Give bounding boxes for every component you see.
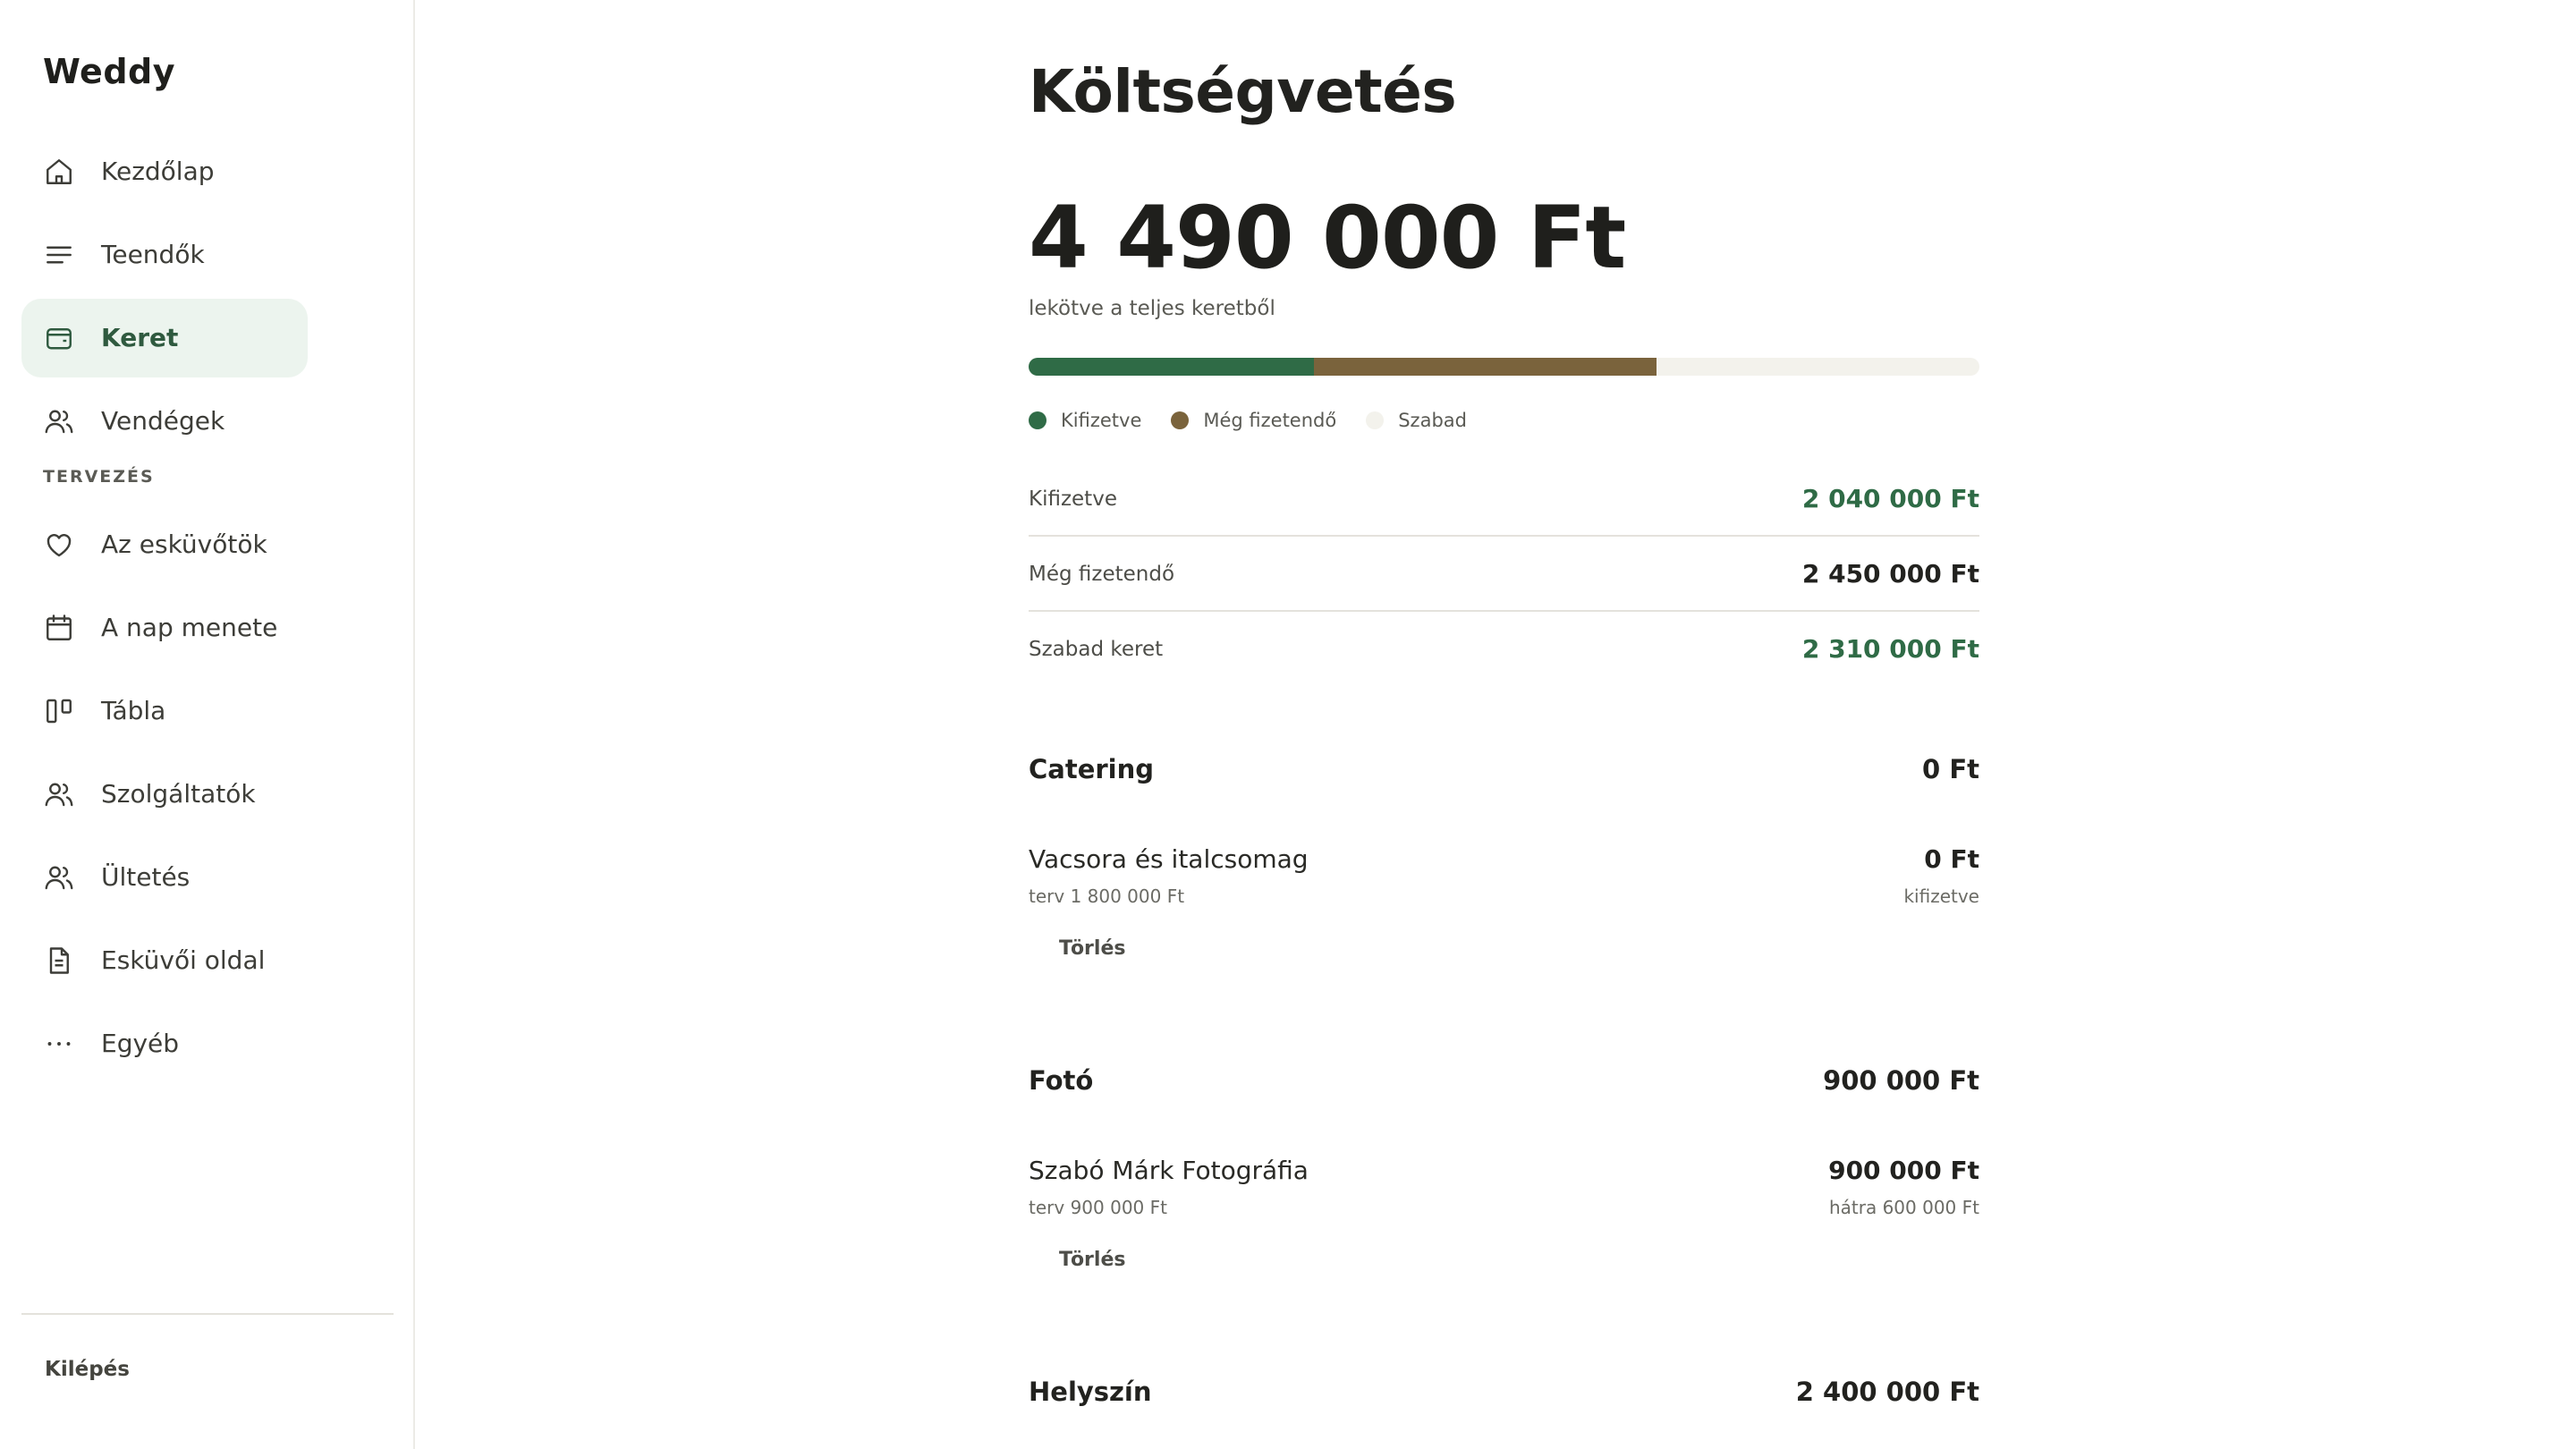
sidebar-item-other[interactable]: Egyéb — [21, 1004, 308, 1083]
more-icon — [43, 1028, 75, 1060]
summary-value: 2 040 000 Ft — [1801, 484, 1979, 513]
users-icon — [43, 405, 75, 437]
summary-label: Kifizetve — [1029, 487, 1117, 511]
progress-due-segment — [1313, 358, 1657, 376]
legend-label: Kifizetve — [1061, 410, 1142, 431]
section-label-planning: TERVEZÉS — [43, 467, 155, 487]
budget-progress-bar — [1029, 358, 1979, 376]
legend-label: Szabad — [1398, 410, 1467, 431]
sidebar-item-label: Teendők — [101, 240, 205, 269]
category-name: Catering — [1029, 754, 1155, 784]
category-header-catering: Catering 0 Ft — [1029, 742, 1979, 796]
sidebar-item-label: Esküvői oldal — [101, 945, 266, 975]
item-name: Vacsora és italcsomag — [1029, 844, 1309, 874]
item-plan: terv 1 800 000 Ft — [1029, 886, 1185, 907]
item-amount: 0 Ft — [1924, 844, 1979, 874]
sidebar-item-label: A nap menete — [101, 613, 278, 642]
sidebar-item-budget[interactable]: Keret — [21, 299, 308, 377]
summary-row-paid: Kifizetve 2 040 000 Ft — [1029, 462, 1979, 537]
summary-label: Még fizetendő — [1029, 563, 1175, 586]
category-amount: 900 000 Ft — [1823, 1065, 1979, 1096]
sidebar-item-vendors[interactable]: Szolgáltatók — [21, 755, 308, 834]
logout-button[interactable]: Kilépés — [45, 1358, 130, 1381]
list-icon — [43, 239, 75, 271]
legend-dot-paid — [1029, 411, 1046, 429]
sidebar-item-label: Egyéb — [101, 1029, 180, 1058]
home-icon — [43, 156, 75, 188]
app-logo[interactable]: Weddy — [43, 52, 175, 91]
committed-subtitle: lekötve a teljes keretből — [1029, 297, 1275, 320]
sidebar-item-schedule[interactable]: A nap menete — [21, 589, 308, 667]
legend-dot-free — [1366, 411, 1385, 429]
sidebar-item-tasks[interactable]: Teendők — [21, 216, 308, 294]
item-plan: terv 900 000 Ft — [1029, 1197, 1167, 1218]
heart-icon — [43, 529, 75, 561]
legend-item-free: Szabad — [1366, 410, 1467, 431]
sidebar-item-label: Az esküvőtök — [101, 530, 267, 559]
wallet-icon — [43, 322, 75, 354]
summary-row-free: Szabad keret 2 310 000 Ft — [1029, 612, 1979, 687]
summary-row-due: Még fizetendő 2 450 000 Ft — [1029, 537, 1979, 612]
summary-value: 2 310 000 Ft — [1801, 634, 1979, 664]
sidebar-item-label: Szolgáltatók — [101, 779, 256, 809]
progress-paid-segment — [1029, 358, 1314, 376]
users-icon — [43, 778, 75, 810]
budget-item: Vacsora és italcsomag terv 1 800 000 Ft … — [1029, 844, 1979, 979]
legend-item-paid: Kifizetve — [1029, 410, 1141, 431]
item-name: Szabó Márk Fotográfia — [1029, 1156, 1309, 1185]
summary-value: 2 450 000 Ft — [1801, 559, 1979, 589]
delete-button[interactable]: Törlés — [1059, 937, 1125, 960]
sidebar-item-board[interactable]: Tábla — [21, 672, 308, 750]
calendar-icon — [43, 612, 75, 644]
summary-label: Szabad keret — [1029, 638, 1164, 661]
sidebar-item-home[interactable]: Kezdőlap — [21, 132, 308, 211]
category-header-photo: Fotó 900 000 Ft — [1029, 1054, 1979, 1107]
legend-dot-due — [1171, 411, 1190, 429]
category-header-venue: Helyszín 2 400 000 Ft — [1029, 1365, 1979, 1419]
sidebar-item-label: Keret — [101, 323, 179, 352]
category-name: Helyszín — [1029, 1377, 1152, 1407]
users-icon — [43, 861, 75, 894]
legend-label: Még fizetendő — [1203, 410, 1337, 431]
item-status: kifizetve — [1903, 886, 1979, 907]
sidebar: Weddy Kezdőlap Teendők Keret Vendégek TE… — [0, 0, 415, 1449]
sidebar-item-wedding-site[interactable]: Esküvői oldal — [21, 921, 308, 1000]
sidebar-divider — [21, 1313, 394, 1315]
budget-item: Szabó Márk Fotográfia terv 900 000 Ft 90… — [1029, 1156, 1979, 1290]
page-title: Költségvetés — [1029, 57, 1457, 126]
sidebar-item-label: Ültetés — [101, 862, 191, 892]
sidebar-item-label: Kezdőlap — [101, 157, 215, 186]
board-icon — [43, 695, 75, 727]
sidebar-item-guests[interactable]: Vendégek — [21, 382, 308, 461]
progress-legend: Kifizetve Még fizetendő Szabad — [1029, 407, 1496, 434]
sidebar-item-label: Vendégek — [101, 406, 225, 436]
delete-button[interactable]: Törlés — [1059, 1249, 1125, 1271]
category-name: Fotó — [1029, 1065, 1094, 1096]
committed-total: 4 490 000 Ft — [1029, 188, 1626, 288]
category-amount: 2 400 000 Ft — [1795, 1377, 1979, 1407]
legend-item-due: Még fizetendő — [1171, 410, 1336, 431]
sidebar-item-wedding[interactable]: Az esküvőtök — [21, 505, 308, 584]
item-amount: 900 000 Ft — [1828, 1156, 1979, 1185]
category-amount: 0 Ft — [1922, 754, 1979, 784]
sidebar-item-label: Tábla — [101, 696, 166, 725]
document-icon — [43, 945, 75, 977]
item-status: hátra 600 000 Ft — [1828, 1197, 1979, 1218]
sidebar-item-seating[interactable]: Ültetés — [21, 838, 308, 917]
